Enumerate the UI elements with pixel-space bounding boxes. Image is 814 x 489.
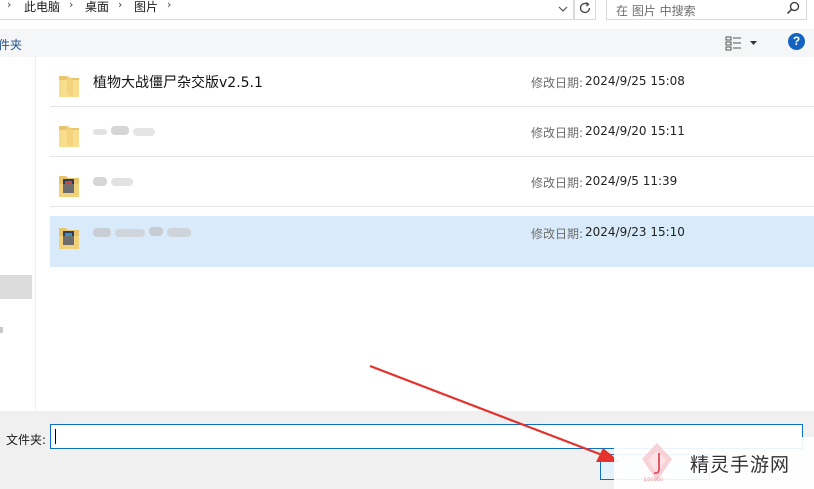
refresh-button[interactable] [574, 0, 596, 20]
watermark-text: 精灵手游网 [690, 454, 791, 476]
file-list: 植物大战僵尸杂交版v2.5.1 修改日期: 2024/9/25 15:08 修改… [50, 57, 814, 411]
new-folder-button[interactable]: 件夹 [0, 36, 22, 53]
refresh-icon [579, 1, 591, 14]
breadcrumb-item-this-pc[interactable]: 此电脑 [24, 0, 60, 15]
redacted-file-name [93, 126, 155, 136]
help-button[interactable]: ? [788, 33, 805, 50]
modified-date-value: 2024/9/25 15:08 [585, 74, 685, 88]
folder-icon [59, 125, 79, 147]
details-view-icon [725, 36, 757, 51]
folder-icon [59, 75, 79, 97]
text-caret [55, 429, 56, 444]
modified-date-label: 修改日期: [531, 227, 584, 241]
modified-date-label: 修改日期: [531, 76, 584, 90]
watermark: 精灵手游网 JLDOUOU [614, 437, 814, 489]
view-options-button[interactable] [723, 33, 763, 53]
search-placeholder: 在 图片 中搜索 [616, 4, 696, 18]
nav-expand-icon[interactable] [0, 327, 3, 333]
breadcrumb[interactable]: › 此电脑 › 桌面 › 图片 › [0, 0, 574, 20]
watermark-subtext: JLDOUOU [644, 477, 663, 482]
breadcrumb-separator-icon[interactable]: › [118, 0, 122, 11]
list-item-selected[interactable]: 修改日期: 2024/9/23 15:10 [50, 216, 814, 267]
list-item[interactable]: 修改日期: 2024/9/20 15:11 [50, 107, 814, 157]
chevron-down-icon[interactable] [554, 0, 572, 18]
search-icon[interactable] [786, 1, 800, 15]
breadcrumb-item-pictures[interactable]: 图片 [134, 0, 158, 15]
breadcrumb-separator-icon[interactable]: › [167, 0, 171, 11]
redacted-file-name [93, 227, 191, 237]
search-input[interactable]: 在 图片 中搜索 [606, 0, 807, 20]
redacted-file-name [93, 177, 133, 186]
modified-date-value: 2024/9/20 15:11 [585, 124, 685, 138]
nav-item-selected[interactable] [0, 275, 32, 299]
image-folder-icon [59, 176, 79, 197]
modified-date-value: 2024/9/23 15:10 [585, 225, 685, 239]
navigation-pane[interactable] [0, 57, 36, 411]
file-dialog: › 此电脑 › 桌面 › 图片 › 在 图片 中搜索 件夹 ? 植物大战僵尸杂交… [0, 0, 814, 489]
image-folder-icon [59, 228, 79, 249]
breadcrumb-separator-icon[interactable]: › [7, 0, 11, 11]
breadcrumb-separator-icon[interactable]: › [69, 0, 73, 11]
modified-date-value: 2024/9/5 11:39 [585, 174, 678, 188]
modified-date-label: 修改日期: [531, 176, 584, 190]
file-name[interactable]: 植物大战僵尸杂交版v2.5.1 [93, 72, 263, 92]
list-item[interactable]: 修改日期: 2024/9/5 11:39 [50, 157, 814, 207]
modified-date-label: 修改日期: [531, 126, 584, 140]
command-bar: 件夹 ? [0, 29, 814, 57]
address-bar: › 此电脑 › 桌面 › 图片 › 在 图片 中搜索 [0, 0, 814, 20]
list-item[interactable]: 植物大战僵尸杂交版v2.5.1 修改日期: 2024/9/25 15:08 [50, 57, 814, 107]
folder-label: 文件夹: [6, 433, 47, 447]
breadcrumb-item-desktop[interactable]: 桌面 [85, 0, 109, 15]
